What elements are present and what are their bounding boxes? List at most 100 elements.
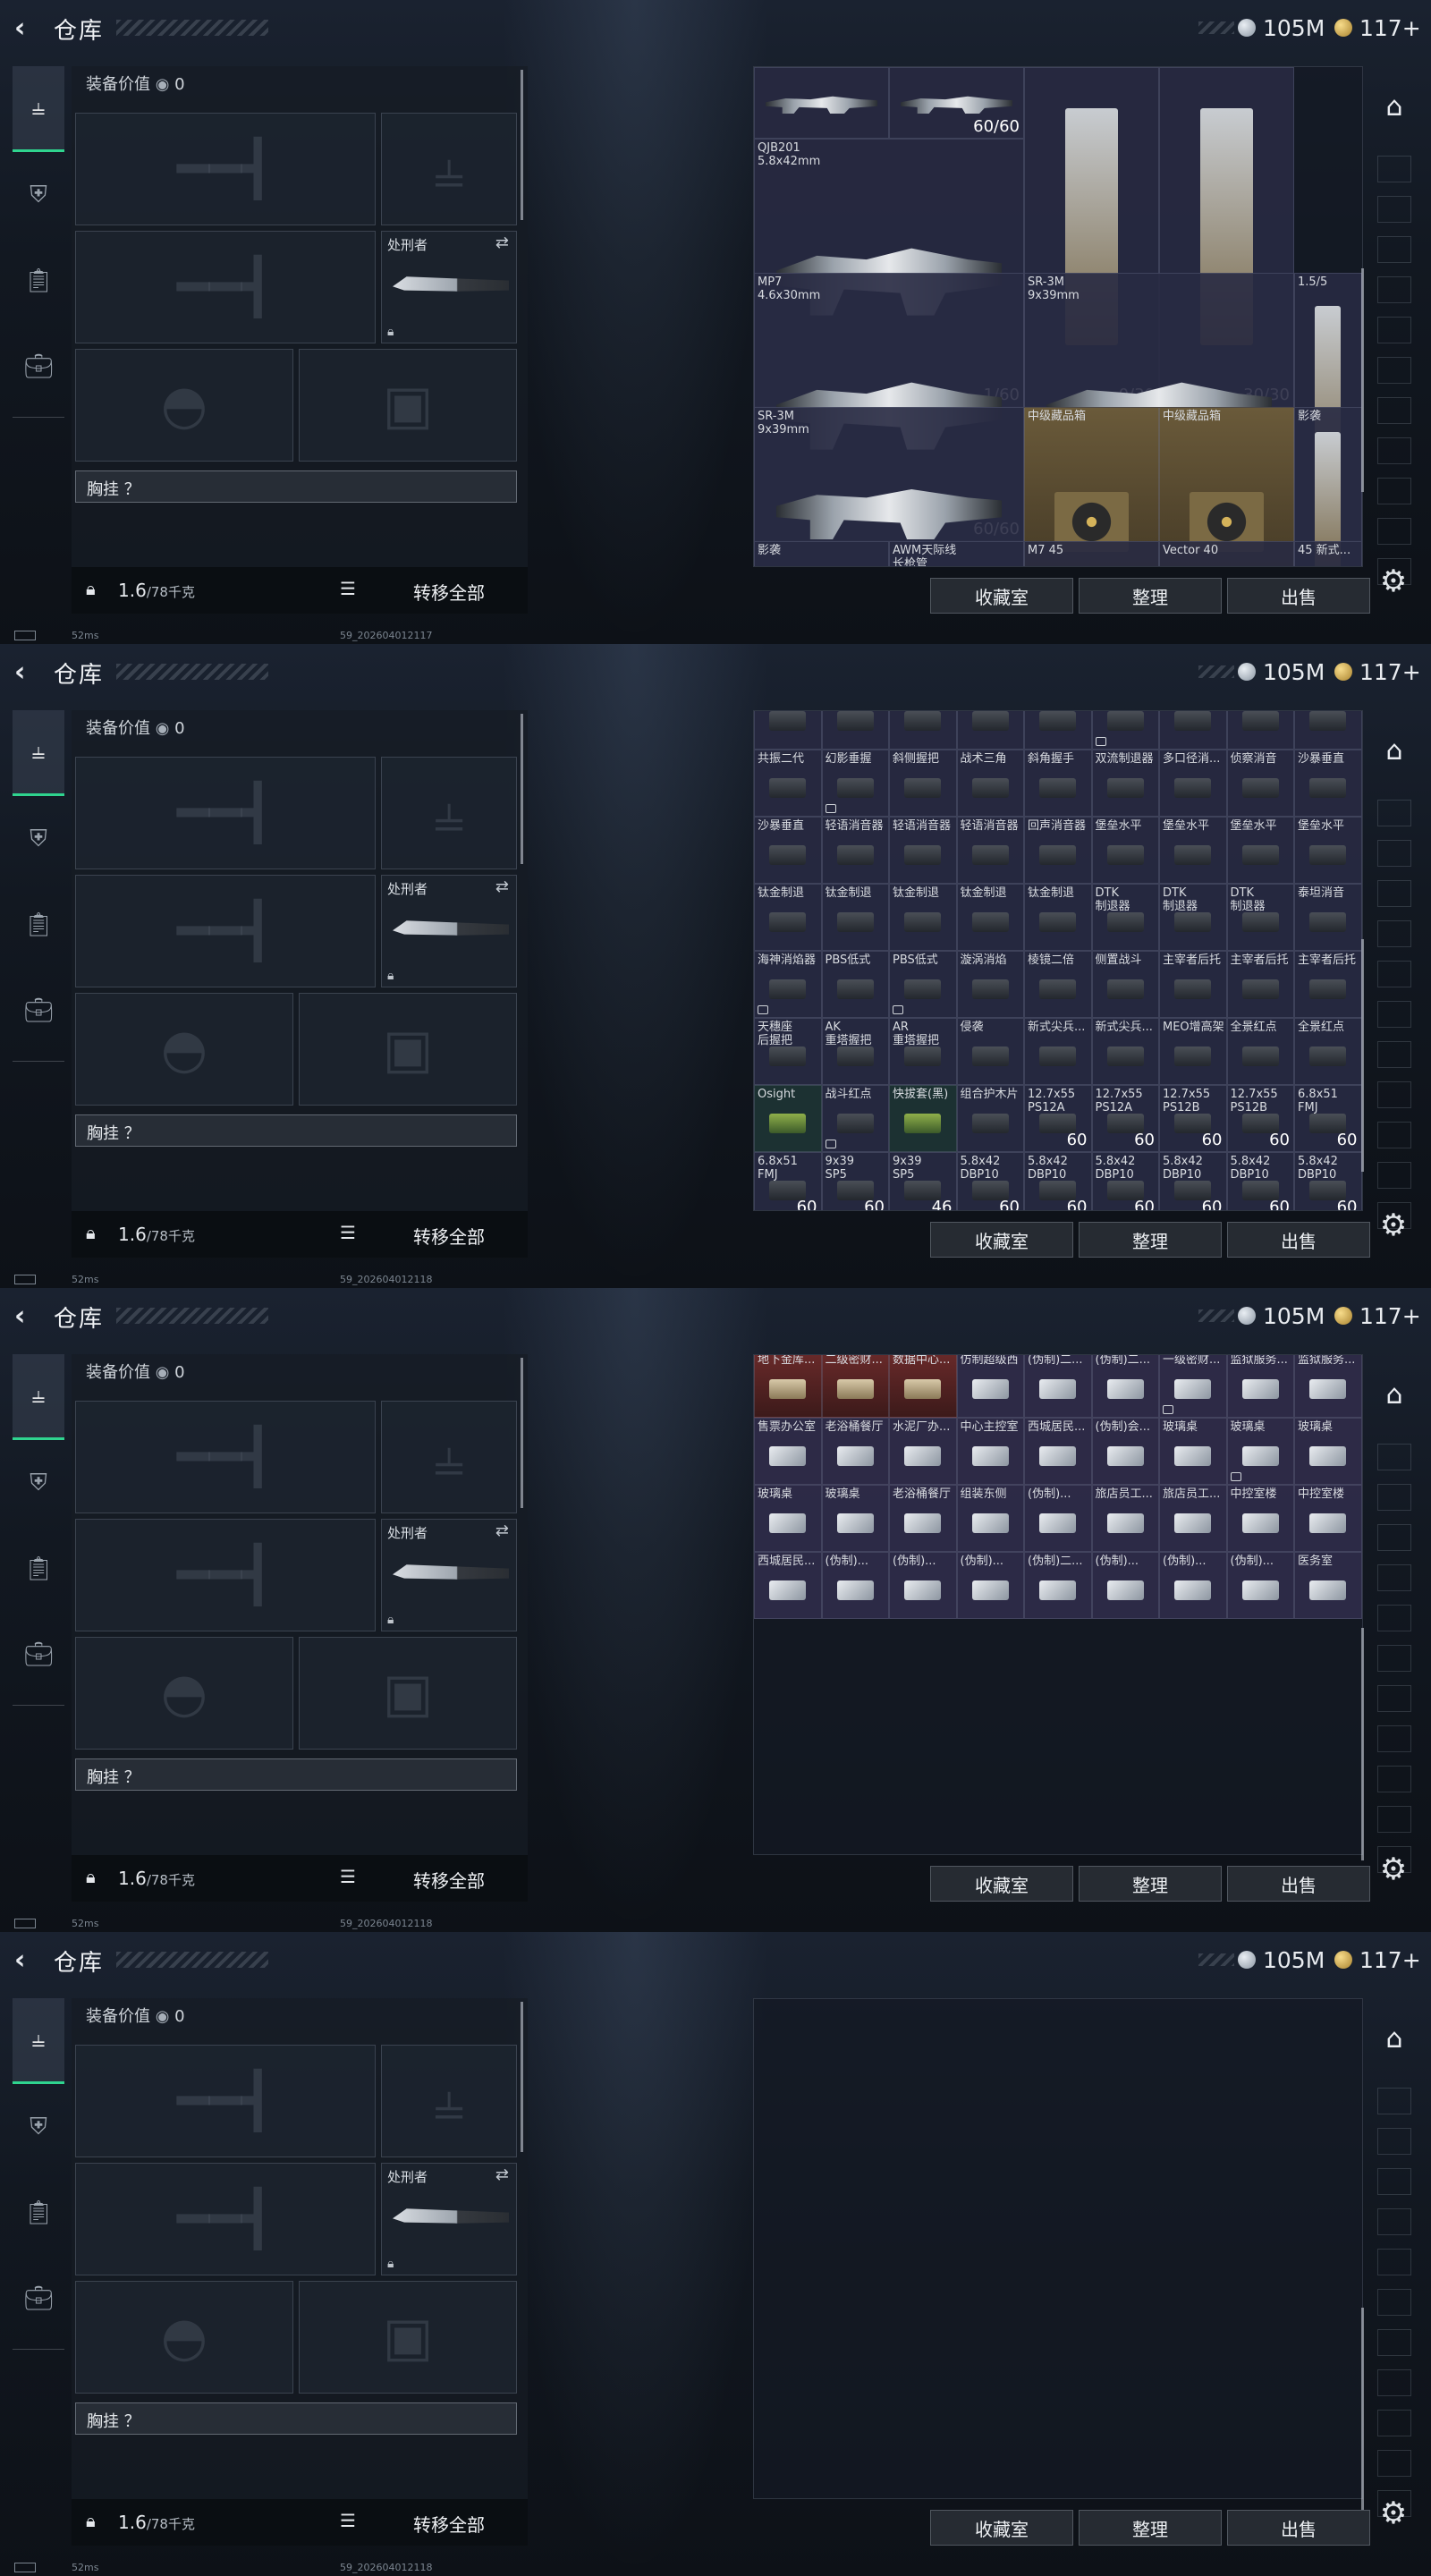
storage-slot-icon[interactable] [1377,1041,1411,1068]
swap-icon[interactable]: ⇄ [495,877,509,896]
inventory-item[interactable]: DTK 制退器 [1226,884,1294,951]
tab-bags[interactable]: 💼︎ [13,968,64,1054]
transfer-all-button[interactable]: 转移全部 [413,2511,485,2537]
sell-button[interactable]: 出售 [1227,1222,1370,1258]
inventory-item[interactable]: 沙暴垂直 [1294,750,1362,817]
inventory-item[interactable]: 战术三角 [956,750,1024,817]
storage-slot-icon[interactable] [1377,1081,1411,1108]
storage-slot-icon[interactable] [1377,2369,1411,2396]
inventory-item[interactable]: AK 重塔握把 [821,1018,889,1085]
primary-weapon-slot[interactable]: ━━┫ [75,113,376,225]
inventory-item[interactable]: 泰坦消音 [1294,884,1362,951]
inventory-item[interactable]: 堡垒水平 [1091,817,1159,884]
transfer-all-button[interactable]: 转移全部 [413,1867,485,1893]
tab-weapons[interactable]: ⫨ [13,66,64,152]
storage-slot-icon[interactable] [1377,1162,1411,1189]
sort-button[interactable]: 整理 [1079,2510,1222,2546]
inventory-item[interactable]: 中控室楼 [1226,1485,1294,1552]
inventory-item[interactable]: 玻璃桌 [1226,1418,1294,1485]
melee-slot[interactable]: 处刑者 ⇄ 🔒︎ [381,231,517,343]
inventory-item[interactable]: 仿制超级西 [956,1355,1024,1418]
inventory-item[interactable]: 全景红点 [1226,1018,1294,1085]
inventory-item[interactable]: 水泥厂办... [889,1418,957,1485]
settings-gear-icon[interactable]: ⚙ [1376,1208,1411,1243]
swap-icon[interactable]: ⇄ [495,233,509,252]
inventory-item[interactable]: 双流制退器 [1091,750,1159,817]
inventory-item[interactable]: Osight [754,1085,822,1152]
inventory-item[interactable]: 12.7x55 PS12B 60 [1226,1085,1294,1152]
storage-slot-icon[interactable] [1377,1122,1411,1148]
storage-slot-icon[interactable] [1377,1605,1411,1631]
inventory-item[interactable]: 医务室 [1294,1552,1362,1619]
inventory-item[interactable]: 5.8x42 DBP10 60 [956,1152,1024,1210]
inventory-item[interactable]: DTK 制退器 [1159,884,1227,951]
storage-slot-icon[interactable] [1377,2128,1411,2155]
armor-slot[interactable]: ▣ [299,1637,517,1750]
tab-armor[interactable]: ⛨ [13,2084,64,2170]
inventory-item[interactable]: 旅店员工... [1091,1485,1159,1552]
inventory-item[interactable]: 钛金制退 [956,884,1024,951]
inventory-item[interactable]: 5.8x42 DBP10 60 [1091,1152,1159,1210]
tab-supplies[interactable]: 📋︎ [13,2170,64,2256]
storage-slot-icon[interactable] [1377,2208,1411,2235]
inventory-scrollbar[interactable] [1361,939,1364,1172]
settings-gear-icon[interactable]: ⚙ [1376,2496,1411,2531]
storage-slot-icon[interactable] [1377,196,1411,223]
tab-weapons[interactable]: ⫨ [13,1354,64,1440]
inventory-item[interactable]: 12.7x55 PS12A 60 [1024,1085,1092,1152]
transfer-all-button[interactable]: 转移全部 [413,1223,485,1249]
currency-silver[interactable]: 105M [1238,1302,1325,1329]
tab-supplies[interactable]: 📋︎ [13,1526,64,1612]
inventory-item[interactable]: DBAL-X2 [1159,711,1227,750]
inventory-item[interactable]: 数据中心... [889,1355,957,1418]
pistol-slot[interactable]: ⫨ [381,757,517,869]
currency-silver[interactable]: 105M [1238,1946,1325,1973]
inventory-item[interactable]: 一级密财... [1159,1355,1227,1418]
inventory-item[interactable]: 主宰者后托 [1294,951,1362,1018]
currency-silver[interactable]: 105M [1238,658,1325,685]
inventory-item[interactable]: 组装东侧 [956,1485,1024,1552]
currency-gold[interactable]: 117+ [1334,1302,1421,1329]
storage-slot-icon[interactable] [1377,1564,1411,1591]
inventory-item[interactable]: PEQ-2 [754,711,822,750]
helmet-slot[interactable]: ◓ [75,993,293,1106]
list-icon[interactable]: ☰ [340,1866,356,1887]
armor-slot[interactable]: ▣ [299,993,517,1106]
storage-slot-icon[interactable] [1377,961,1411,987]
storage-slot-icon[interactable] [1377,236,1411,263]
storage-slot-icon[interactable] [1377,1806,1411,1833]
storage-slot-icon[interactable] [1377,1444,1411,1470]
primary-weapon-slot[interactable]: ━━┫ [75,1401,376,1513]
collection-room-button[interactable]: 收藏室 [930,2510,1073,2546]
tab-armor[interactable]: ⛨ [13,796,64,882]
storage-slot-icon[interactable] [1377,2088,1411,2114]
inventory-item[interactable]: 斜侧握把 [889,750,957,817]
inventory-item[interactable]: 9x39 SP5 46 [889,1152,957,1210]
list-icon[interactable]: ☰ [340,2510,356,2531]
inventory-item[interactable]: Vector 40 [1159,541,1294,566]
storage-slot-icon[interactable] [1377,156,1411,182]
inventory-item[interactable]: 侦察消音 [1226,750,1294,817]
inventory-item[interactable]: (伪制)... [1226,1552,1294,1619]
tab-supplies[interactable]: 📋︎ [13,238,64,324]
sell-button[interactable]: 出售 [1227,578,1370,614]
inventory-item[interactable]: 主宰者后托 [1159,951,1227,1018]
inventory-item[interactable]: 老浴桶餐厅 [889,1485,957,1552]
tab-bags[interactable]: 💼︎ [13,2256,64,2342]
inventory-item[interactable]: PBS低式 [821,951,889,1018]
inventory-item[interactable]: 12.7x55 PS12B 60 [1159,1085,1227,1152]
back-arrow-icon[interactable]: ‹ [14,1947,39,1974]
storage-slot-icon[interactable] [1377,357,1411,384]
inventory-item[interactable]: (伪制)... [956,1552,1024,1619]
inventory-item[interactable]: (伪制)... [1159,1552,1227,1619]
inventory-item[interactable]: DBAL-X2 [1294,711,1362,750]
safe-box-icon[interactable]: ⌂ [1372,2016,1417,2061]
back-arrow-icon[interactable]: ‹ [14,659,39,686]
inventory-item[interactable]: 多口径消... [1159,750,1227,817]
inventory-item[interactable]: M7 45 [1024,541,1159,566]
melee-slot[interactable]: 处刑者 ⇄ 🔒︎ [381,1519,517,1631]
storage-slot-icon[interactable] [1377,2168,1411,2195]
inventory-item[interactable] [754,67,889,139]
inventory-item[interactable]: 老浴桶餐厅 [821,1418,889,1485]
inventory-item[interactable]: 组合护木片 [956,1085,1024,1152]
